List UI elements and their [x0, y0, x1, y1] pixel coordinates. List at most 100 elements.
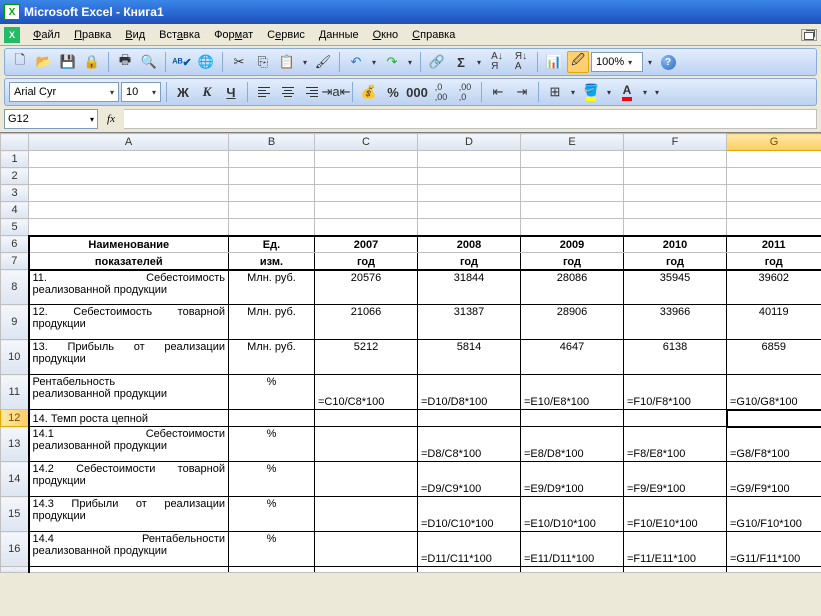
cell-B11[interactable]: %: [229, 375, 315, 410]
menu-edit[interactable]: Правка: [67, 26, 118, 44]
cell-C8[interactable]: 20576: [315, 270, 418, 305]
cell-A3[interactable]: [29, 185, 229, 202]
row-header-1[interactable]: 1: [1, 151, 29, 168]
toolbar-options-2[interactable]: ▾: [652, 81, 662, 103]
cell-F1[interactable]: [624, 151, 727, 168]
cell-F11[interactable]: =F10/F8*100: [624, 375, 727, 410]
cell-F4[interactable]: [624, 202, 727, 219]
cut-icon[interactable]: ✂: [228, 51, 250, 73]
row-header-5[interactable]: 5: [1, 219, 29, 236]
row-header-2[interactable]: 2: [1, 168, 29, 185]
menu-insert[interactable]: Вставка: [152, 26, 207, 44]
new-file-icon[interactable]: 🗋: [9, 51, 31, 73]
cell-C3[interactable]: [315, 185, 418, 202]
cell-G10[interactable]: 6859: [727, 340, 821, 375]
cell-B4[interactable]: [229, 202, 315, 219]
copy-icon[interactable]: ⎘: [252, 51, 274, 73]
percent-button[interactable]: %: [382, 81, 404, 103]
cell-C13[interactable]: [315, 427, 418, 462]
cell-G6[interactable]: 2011: [727, 236, 821, 253]
save-icon[interactable]: 💾: [57, 51, 79, 73]
col-header-B[interactable]: B: [229, 134, 315, 151]
menu-file[interactable]: Файл: [26, 26, 67, 44]
menu-data[interactable]: Данные: [312, 26, 366, 44]
name-box[interactable]: G12 ▾: [4, 109, 98, 129]
col-header-G[interactable]: G: [727, 134, 821, 151]
formula-input[interactable]: [124, 109, 817, 129]
cell-D2[interactable]: [418, 168, 521, 185]
cell-D5[interactable]: [418, 219, 521, 236]
cell-E17[interactable]: [521, 567, 624, 573]
font-color-dropdown[interactable]: ▾: [640, 81, 650, 103]
cell-B3[interactable]: [229, 185, 315, 202]
cell-E1[interactable]: [521, 151, 624, 168]
cell-E12[interactable]: [521, 410, 624, 427]
cell-G17[interactable]: [727, 567, 821, 573]
cell-C5[interactable]: [315, 219, 418, 236]
undo-dropdown[interactable]: ▾: [369, 51, 379, 73]
cell-A2[interactable]: [29, 168, 229, 185]
chart-wizard-icon[interactable]: 📊: [543, 51, 565, 73]
fill-color-button[interactable]: 🪣: [580, 81, 602, 103]
cell-A17[interactable]: [29, 567, 229, 573]
zoom-combo[interactable]: 100%▾: [591, 52, 643, 72]
autosum-icon[interactable]: Σ: [450, 51, 472, 73]
currency-button[interactable]: 💰: [358, 81, 380, 103]
cell-E16[interactable]: =E11/D11*100: [521, 532, 624, 567]
cell-D1[interactable]: [418, 151, 521, 168]
cell-F2[interactable]: [624, 168, 727, 185]
cell-C10[interactable]: 5212: [315, 340, 418, 375]
cell-B6[interactable]: Ед.: [229, 236, 315, 253]
cell-F17[interactable]: [624, 567, 727, 573]
comma-style-button[interactable]: 000: [406, 81, 428, 103]
cell-A7[interactable]: показателей: [29, 253, 229, 270]
cell-B15[interactable]: %: [229, 497, 315, 532]
cell-D6[interactable]: 2008: [418, 236, 521, 253]
cell-B16[interactable]: %: [229, 532, 315, 567]
cell-G12[interactable]: [727, 410, 821, 427]
cell-G9[interactable]: 40119: [727, 305, 821, 340]
autosum-dropdown[interactable]: ▾: [474, 51, 484, 73]
increase-decimal-button[interactable]: ,0,00: [430, 81, 452, 103]
permission-icon[interactable]: 🔒: [81, 51, 103, 73]
row-header-16[interactable]: 16: [1, 532, 29, 567]
print-icon[interactable]: 🖶: [114, 51, 136, 73]
borders-dropdown[interactable]: ▾: [568, 81, 578, 103]
col-header-A[interactable]: A: [29, 134, 229, 151]
row-header-12[interactable]: 12: [1, 410, 29, 427]
cell-A4[interactable]: [29, 202, 229, 219]
menu-tools[interactable]: Сервис: [260, 26, 312, 44]
cell-G2[interactable]: [727, 168, 821, 185]
cell-A6[interactable]: Наименование: [29, 236, 229, 253]
cell-E9[interactable]: 28906: [521, 305, 624, 340]
hyperlink-icon[interactable]: 🔗: [426, 51, 448, 73]
row-header-13[interactable]: 13: [1, 427, 29, 462]
cell-A14[interactable]: 14.2 Себестоимости товарнойпродукции: [29, 462, 229, 497]
align-right-button[interactable]: [301, 81, 323, 103]
cell-B1[interactable]: [229, 151, 315, 168]
font-combo[interactable]: Arial Cyr▾: [9, 82, 119, 102]
cell-B9[interactable]: Млн. руб.: [229, 305, 315, 340]
col-header-C[interactable]: C: [315, 134, 418, 151]
cell-E3[interactable]: [521, 185, 624, 202]
cell-B13[interactable]: %: [229, 427, 315, 462]
cell-F10[interactable]: 6138: [624, 340, 727, 375]
cell-B7[interactable]: изм.: [229, 253, 315, 270]
cell-G5[interactable]: [727, 219, 821, 236]
cell-G8[interactable]: 39602: [727, 270, 821, 305]
cell-B8[interactable]: Млн. руб.: [229, 270, 315, 305]
cell-C7[interactable]: год: [315, 253, 418, 270]
font-size-combo[interactable]: 10▾: [121, 82, 161, 102]
cell-B10[interactable]: Млн. руб.: [229, 340, 315, 375]
cell-C17[interactable]: [315, 567, 418, 573]
cell-D8[interactable]: 31844: [418, 270, 521, 305]
menu-window[interactable]: Окно: [366, 26, 406, 44]
italic-button[interactable]: К: [196, 81, 218, 103]
cell-B2[interactable]: [229, 168, 315, 185]
cell-E8[interactable]: 28086: [521, 270, 624, 305]
help-icon[interactable]: ?: [657, 51, 679, 73]
bold-button[interactable]: Ж: [172, 81, 194, 103]
row-header-6[interactable]: 6: [1, 236, 29, 253]
cell-F7[interactable]: год: [624, 253, 727, 270]
row-header-17[interactable]: 17: [1, 567, 29, 573]
